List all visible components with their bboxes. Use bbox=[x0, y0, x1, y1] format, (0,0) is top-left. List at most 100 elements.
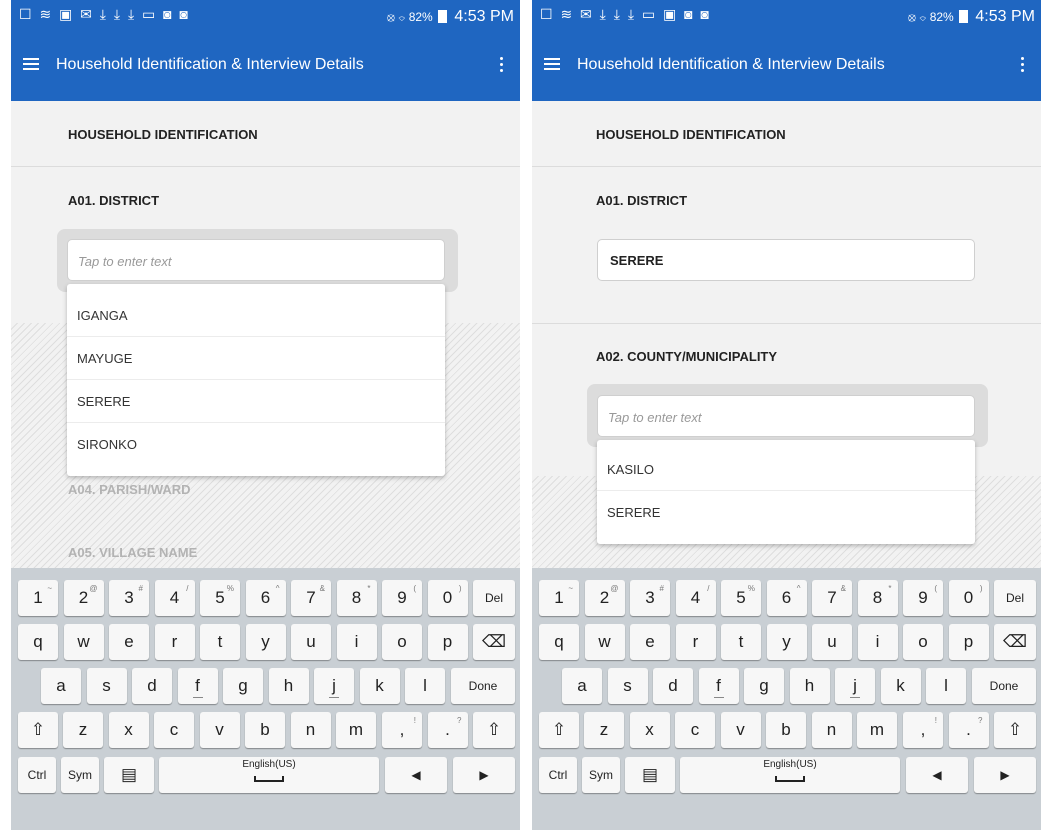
key-f[interactable]: f bbox=[177, 668, 218, 704]
key-p[interactable]: p bbox=[948, 624, 989, 660]
sym-key[interactable]: Sym bbox=[582, 757, 620, 793]
key-n[interactable]: n bbox=[811, 712, 852, 748]
key-3[interactable]: 3 # bbox=[630, 580, 670, 616]
key-c[interactable]: c bbox=[154, 712, 194, 748]
cursor-right-key[interactable]: ▶ bbox=[453, 757, 515, 793]
cursor-left-key[interactable]: ◀ bbox=[385, 757, 447, 793]
key-4[interactable]: 4/ bbox=[675, 580, 716, 616]
key-z[interactable]: z bbox=[584, 712, 624, 748]
key-q[interactable]: q bbox=[539, 624, 579, 660]
key-l[interactable]: l bbox=[926, 668, 966, 704]
key-7[interactable]: 7 & bbox=[291, 580, 331, 616]
key-9[interactable]: 9( bbox=[382, 580, 422, 616]
key-y[interactable]: y bbox=[245, 624, 286, 660]
dropdown-option-serere[interactable]: SERERE bbox=[597, 491, 975, 534]
key-k[interactable]: k bbox=[359, 668, 400, 704]
key-j[interactable]: j bbox=[835, 668, 875, 704]
key-o[interactable]: o bbox=[382, 624, 422, 660]
key-t[interactable]: t bbox=[200, 624, 240, 660]
key-2[interactable]: 2 @ bbox=[63, 580, 104, 616]
key-c[interactable]: c bbox=[675, 712, 715, 748]
key-comma[interactable]: ,! bbox=[382, 712, 422, 748]
hamburger-menu-icon[interactable] bbox=[23, 58, 39, 72]
key-p[interactable]: p bbox=[427, 624, 468, 660]
key-1[interactable]: 1 ~ bbox=[18, 580, 58, 616]
key-b[interactable]: b bbox=[766, 712, 806, 748]
key-8[interactable]: 8 * bbox=[857, 580, 898, 616]
key-m[interactable]: m bbox=[857, 712, 897, 748]
key-del[interactable]: Del bbox=[994, 580, 1036, 616]
key-y[interactable]: y bbox=[766, 624, 807, 660]
key-5[interactable]: 5% bbox=[200, 580, 240, 616]
key-0[interactable]: 0) bbox=[948, 580, 989, 616]
key-period[interactable]: .? bbox=[948, 712, 989, 748]
overflow-menu-icon[interactable] bbox=[500, 57, 504, 73]
key-b[interactable]: b bbox=[245, 712, 285, 748]
key-x[interactable]: x bbox=[108, 712, 149, 748]
key-9[interactable]: 9( bbox=[903, 580, 943, 616]
shift-right-key[interactable]: ⇧ bbox=[994, 712, 1036, 748]
key-a[interactable]: a bbox=[41, 668, 81, 704]
key-comma[interactable]: ,! bbox=[903, 712, 943, 748]
cursor-right-key[interactable]: ▶ bbox=[974, 757, 1036, 793]
key-i[interactable]: i bbox=[336, 624, 377, 660]
key-6[interactable]: 6 ^ bbox=[766, 580, 807, 616]
cursor-left-key[interactable]: ◀ bbox=[906, 757, 968, 793]
spacebar-key[interactable]: English(US) bbox=[680, 757, 900, 793]
ctrl-key[interactable]: Ctrl bbox=[18, 757, 56, 793]
key-w[interactable]: w bbox=[584, 624, 625, 660]
key-g[interactable]: g bbox=[744, 668, 784, 704]
key-o[interactable]: o bbox=[903, 624, 943, 660]
done-key[interactable]: Done bbox=[972, 668, 1036, 704]
key-d[interactable]: d bbox=[132, 668, 172, 704]
dropdown-option-mayuge[interactable]: MAYUGE bbox=[67, 337, 445, 380]
sym-key[interactable]: Sym bbox=[61, 757, 99, 793]
key-a[interactable]: a bbox=[562, 668, 602, 704]
key-d[interactable]: d bbox=[653, 668, 693, 704]
key-i[interactable]: i bbox=[857, 624, 898, 660]
dropdown-option-kasilo[interactable]: KASILO bbox=[597, 448, 975, 491]
key-n[interactable]: n bbox=[290, 712, 331, 748]
key-del[interactable]: Del bbox=[473, 580, 515, 616]
dropdown-option-iganga[interactable]: IGANGA bbox=[67, 294, 445, 337]
key-v[interactable]: v bbox=[720, 712, 761, 748]
key-r[interactable]: r bbox=[675, 624, 716, 660]
key-l[interactable]: l bbox=[405, 668, 445, 704]
shift-right-key[interactable]: ⇧ bbox=[473, 712, 515, 748]
key-x[interactable]: x bbox=[629, 712, 670, 748]
key-2[interactable]: 2 @ bbox=[584, 580, 625, 616]
hamburger-menu-icon[interactable] bbox=[544, 58, 560, 72]
key-q[interactable]: q bbox=[18, 624, 58, 660]
dropdown-option-serere[interactable]: SERERE bbox=[67, 380, 445, 423]
key-t[interactable]: t bbox=[721, 624, 761, 660]
key-f[interactable]: f bbox=[698, 668, 739, 704]
key-0[interactable]: 0) bbox=[427, 580, 468, 616]
key-u[interactable]: u bbox=[812, 624, 852, 660]
key-u[interactable]: u bbox=[291, 624, 331, 660]
key-6[interactable]: 6 ^ bbox=[245, 580, 286, 616]
district-input[interactable]: SERERE bbox=[597, 239, 975, 281]
spacebar-key[interactable]: English(US) bbox=[159, 757, 379, 793]
key-period[interactable]: .? bbox=[427, 712, 468, 748]
county-input[interactable]: Tap to enter text bbox=[597, 395, 975, 437]
key-s[interactable]: s bbox=[607, 668, 648, 704]
district-input[interactable]: Tap to enter text bbox=[67, 239, 445, 281]
key-g[interactable]: g bbox=[223, 668, 263, 704]
ctrl-key[interactable]: Ctrl bbox=[539, 757, 577, 793]
key-8[interactable]: 8 * bbox=[336, 580, 377, 616]
key-j[interactable]: j bbox=[314, 668, 354, 704]
key-1[interactable]: 1 ~ bbox=[539, 580, 579, 616]
clipboard-icon[interactable]: ▤ bbox=[625, 757, 675, 793]
key-3[interactable]: 3 # bbox=[109, 580, 149, 616]
key-s[interactable]: s bbox=[86, 668, 127, 704]
key-w[interactable]: w bbox=[63, 624, 104, 660]
key-v[interactable]: v bbox=[199, 712, 240, 748]
key-h[interactable]: h bbox=[789, 668, 830, 704]
clipboard-icon[interactable]: ▤ bbox=[104, 757, 154, 793]
overflow-menu-icon[interactable] bbox=[1021, 57, 1025, 73]
key-5[interactable]: 5% bbox=[721, 580, 761, 616]
key-4[interactable]: 4/ bbox=[154, 580, 195, 616]
dropdown-option-sironko[interactable]: SIRONKO bbox=[67, 423, 445, 466]
key-k[interactable]: k bbox=[880, 668, 921, 704]
key-e[interactable]: e bbox=[630, 624, 670, 660]
